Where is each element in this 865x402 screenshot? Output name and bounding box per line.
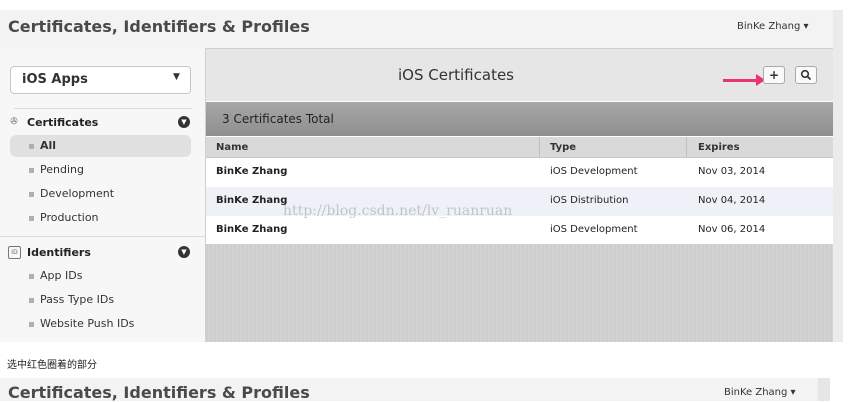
cell-expires: Nov 06, 2014 bbox=[698, 224, 766, 235]
scrollbar[interactable] bbox=[818, 378, 830, 401]
sidebar-item-label: Development bbox=[40, 187, 115, 200]
certificate-icon: ✇ bbox=[10, 117, 18, 127]
bullet-icon bbox=[29, 274, 34, 279]
sidebar-item-label: Pending bbox=[40, 163, 84, 176]
search-icon bbox=[800, 69, 812, 81]
sidebar-item-label: Production bbox=[40, 211, 99, 224]
cell-expires: Nov 04, 2014 bbox=[698, 195, 766, 206]
scrollbar[interactable] bbox=[833, 10, 843, 342]
caption-text: 选中红色圈着的部分 bbox=[7, 360, 97, 371]
cell-name: BinKe Zhang bbox=[216, 195, 288, 206]
section-title-certificates: Certificates bbox=[27, 116, 99, 129]
sidebar-item-label: Pass Type IDs bbox=[40, 293, 115, 306]
user-menu[interactable]: BinKe Zhang ▾ bbox=[737, 21, 809, 32]
cell-type: iOS Development bbox=[550, 166, 638, 177]
collapse-certificates-icon[interactable]: ▼ bbox=[178, 116, 190, 128]
column-header-expires[interactable]: Expires bbox=[698, 142, 740, 153]
cell-name: BinKe Zhang bbox=[216, 224, 288, 235]
page-title: iOS Certificates bbox=[398, 66, 514, 84]
sidebar-item-production[interactable]: Production bbox=[10, 207, 191, 229]
bullet-icon bbox=[29, 216, 34, 221]
sidebar-item-app-ids[interactable]: App IDs bbox=[10, 265, 191, 287]
sidebar-item-development[interactable]: Development bbox=[10, 183, 191, 205]
bullet-icon bbox=[29, 192, 34, 197]
highlight-arrow bbox=[723, 79, 760, 82]
app-title: Certificates, Identifiers & Profiles bbox=[8, 17, 310, 36]
column-separator bbox=[686, 137, 687, 157]
sidebar-item-all[interactable]: All bbox=[10, 135, 191, 157]
id-icon: ID bbox=[8, 246, 21, 259]
sidebar-item-label: App IDs bbox=[40, 269, 83, 282]
column-header-name[interactable]: Name bbox=[216, 142, 248, 153]
table-empty-area bbox=[206, 244, 833, 342]
search-button[interactable] bbox=[795, 66, 817, 84]
certificates-total: 3 Certificates Total bbox=[222, 112, 334, 126]
watermark-url: http://blog.csdn.net/lv_ruanruan bbox=[283, 203, 513, 219]
collapse-identifiers-icon[interactable]: ▼ bbox=[178, 246, 190, 258]
bullet-icon bbox=[29, 298, 34, 303]
add-button[interactable]: + bbox=[763, 66, 785, 84]
cell-type: iOS Distribution bbox=[550, 195, 629, 206]
bullet-icon bbox=[29, 322, 34, 327]
column-header-type[interactable]: Type bbox=[550, 142, 576, 153]
bullet-icon bbox=[29, 144, 34, 149]
cell-name: BinKe Zhang bbox=[216, 166, 288, 177]
cell-expires: Nov 03, 2014 bbox=[698, 166, 766, 177]
sidebar-item-pass-type-ids[interactable]: Pass Type IDs bbox=[10, 289, 191, 311]
sidebar-item-label: All bbox=[40, 139, 57, 152]
sidebar-divider bbox=[14, 108, 192, 109]
platform-select-value: iOS Apps bbox=[22, 72, 88, 87]
chevron-down-icon: ▼ bbox=[173, 72, 180, 82]
sidebar-divider bbox=[0, 236, 205, 237]
sidebar-item-website-push-ids[interactable]: Website Push IDs bbox=[10, 313, 191, 335]
user-menu-repeat[interactable]: BinKe Zhang ▾ bbox=[724, 387, 796, 398]
cell-type: iOS Development bbox=[550, 224, 638, 235]
section-title-identifiers: Identifiers bbox=[27, 246, 91, 259]
column-separator bbox=[539, 137, 540, 157]
sidebar-item-label: Website Push IDs bbox=[40, 317, 135, 330]
app-title-repeat: Certificates, Identifiers & Profiles bbox=[8, 383, 310, 402]
sidebar-item-pending[interactable]: Pending bbox=[10, 159, 191, 181]
bullet-icon bbox=[29, 168, 34, 173]
